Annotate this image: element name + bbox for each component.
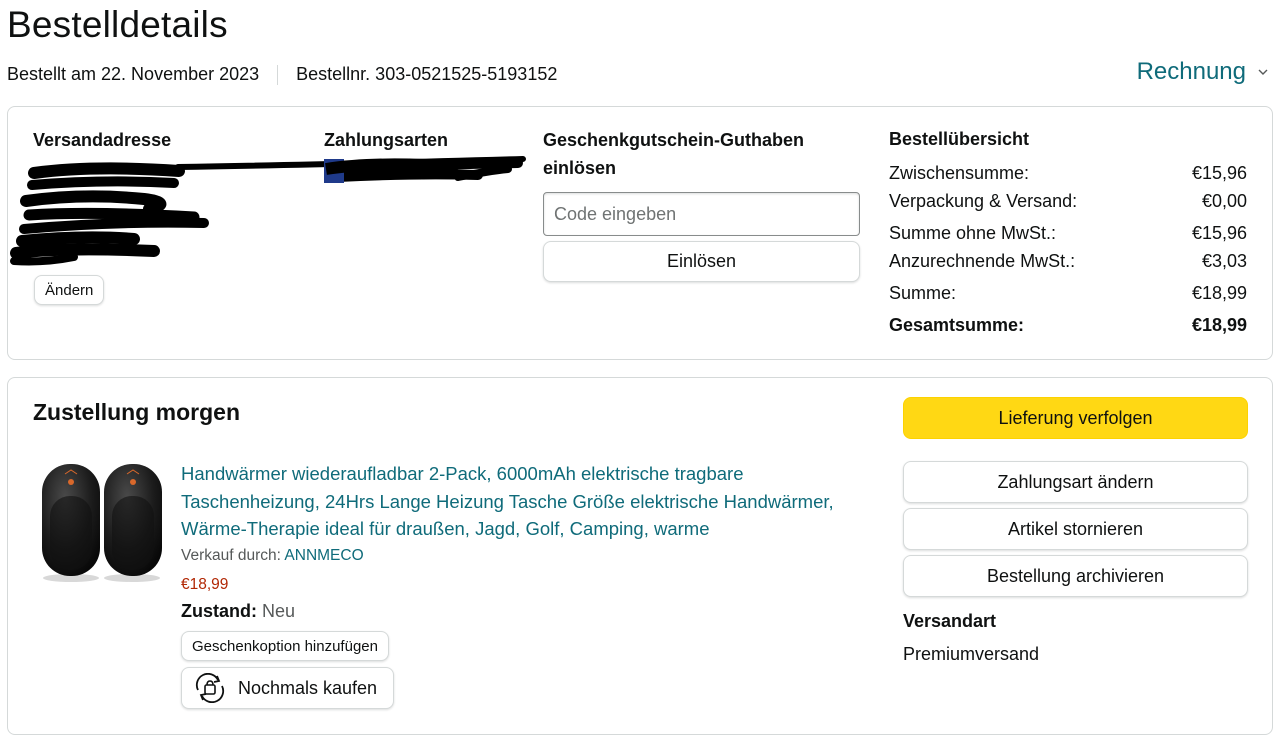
order-summary-heading: Bestellübersicht: [889, 129, 1030, 149]
gift-code-input[interactable]: [543, 192, 860, 236]
redaction-scribble: [175, 156, 526, 183]
product-price: €18,99: [181, 576, 229, 593]
seller-info: Verkauf durch: ANNMECO: [181, 547, 364, 564]
product-title-link[interactable]: Handwärmer wiederaufladbar 2-Pack, 6000m…: [181, 460, 871, 543]
change-payment-button[interactable]: Zahlungsart ändern: [903, 461, 1248, 503]
invoice-dropdown[interactable]: Rechnung: [1137, 58, 1268, 86]
summary-row: Zwischensumme: €15,96: [889, 163, 1247, 183]
shipping-method-value: Premiumversand: [903, 644, 1040, 664]
summary-total-row: Gesamtsumme: €18,99: [889, 315, 1247, 335]
redeem-button[interactable]: Einlösen: [543, 241, 860, 282]
meta-divider: [277, 64, 279, 85]
product-image[interactable]: [38, 460, 166, 586]
summary-row: Anzurechnende MwSt.: €3,03: [889, 251, 1247, 271]
cancel-item-button[interactable]: Artikel stornieren: [903, 508, 1248, 550]
gift-card-heading: Geschenkgutschein-Guthaben einlösen: [543, 130, 805, 178]
delivery-card: Zustellung morgen Handwärmer wiederaufla…: [7, 377, 1273, 735]
change-address-button[interactable]: Ändern: [34, 275, 105, 305]
delivery-heading: Zustellung morgen: [33, 399, 240, 425]
order-summary: Bestellübersicht Zwischensumme: €15,96 V…: [889, 125, 1247, 339]
buy-again-button[interactable]: Nochmals kaufen: [181, 667, 394, 709]
shipping-method-label: Versandart: [903, 611, 997, 631]
buy-again-label: Nochmals kaufen: [238, 677, 378, 698]
order-number: Bestellnr. 303-0521525-5193152: [296, 64, 558, 84]
seller-link[interactable]: ANNMECO: [284, 547, 363, 564]
invoice-label: Rechnung: [1136, 58, 1246, 85]
payment-methods-heading: Zahlungsarten: [324, 130, 449, 150]
buy-again-icon: [195, 673, 225, 703]
page-title: Bestelldetails: [7, 4, 228, 45]
order-info-card: Versandadresse Ändern Zahlungsarten Gesc…: [7, 106, 1273, 360]
shipping-address-heading: Versandadresse: [33, 130, 172, 150]
track-delivery-button[interactable]: Lieferung verfolgen: [903, 397, 1248, 439]
summary-row: Summe: €18,99: [889, 283, 1247, 303]
archive-order-button[interactable]: Bestellung archivieren: [903, 555, 1248, 597]
add-gift-option-button[interactable]: Geschenkoption hinzufügen: [181, 631, 389, 661]
chevron-down-icon: [1258, 69, 1268, 75]
order-meta: Bestellt am 22. November 2023 Bestellnr.…: [7, 64, 557, 85]
product-condition: Zustand: Neu: [181, 601, 296, 621]
summary-row: Summe ohne MwSt.: €15,96: [889, 223, 1247, 243]
summary-row: Verpackung & Versand: €0,00: [889, 191, 1247, 211]
order-date: Bestellt am 22. November 2023: [7, 64, 260, 84]
